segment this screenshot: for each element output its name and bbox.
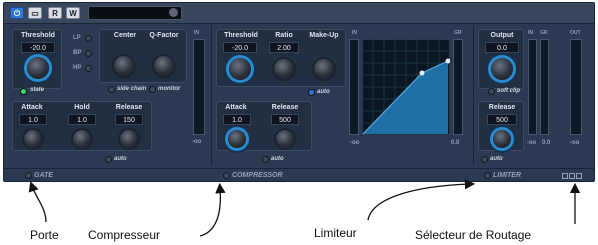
limiter-arrow [367, 178, 476, 221]
caption-compressor: Compresseur [88, 228, 161, 242]
gate-arrow [28, 181, 47, 223]
compressor-arrow [199, 182, 226, 237]
caption-limiter: Limiteur [314, 226, 357, 240]
annotation-arrows [28, 178, 581, 237]
caption-gate: Porte [30, 228, 59, 242]
caption-routing: Sélecteur de Routage [415, 228, 532, 242]
